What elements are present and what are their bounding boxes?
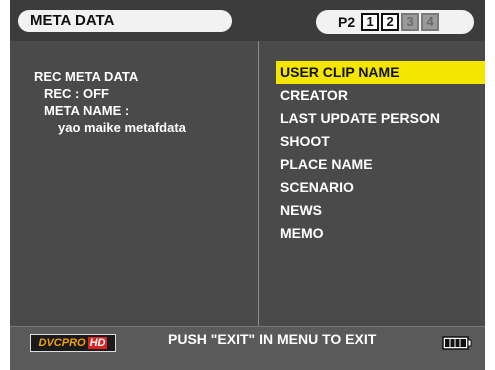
- slot-3-indicator: 3: [401, 13, 420, 31]
- rec-meta-data-panel: REC META DATA REC : OFF META NAME : yao …: [10, 41, 258, 326]
- top-bar: META DATA P2 1 2 3 4: [10, 0, 485, 41]
- card-slot-indicator: P2 1 2 3 4: [316, 10, 474, 34]
- dvcpro-hd-logo: DVCPRO HD: [30, 334, 116, 352]
- menu-item-shoot[interactable]: SHOOT: [276, 130, 485, 153]
- battery-icon: [442, 336, 472, 350]
- panel-divider: [258, 41, 259, 326]
- bottom-status-bar: DVCPRO HD PUSH "EXIT" IN MENU TO EXIT: [10, 326, 485, 370]
- menu-item-place-name[interactable]: PLACE NAME: [276, 153, 485, 176]
- menu-item-user-clip-name[interactable]: USER CLIP NAME: [276, 61, 485, 84]
- page-title: META DATA: [18, 10, 232, 32]
- card-label: P2: [338, 14, 356, 30]
- logo-dvcpro-text: DVCPRO: [38, 337, 86, 349]
- menu-item-last-update-person[interactable]: LAST UPDATE PERSON: [276, 107, 485, 130]
- menu-item-scenario[interactable]: SCENARIO: [276, 176, 485, 199]
- slot-4-indicator: 4: [421, 13, 440, 31]
- menu-item-creator[interactable]: CREATOR: [276, 84, 485, 107]
- slot-1-indicator: 1: [361, 13, 380, 31]
- camera-lcd-screen: META DATA P2 1 2 3 4 REC META DATA REC :…: [10, 0, 485, 370]
- meta-name-value: yao maike metafdata: [58, 120, 186, 135]
- slot-2-indicator: 2: [381, 13, 400, 31]
- rec-status: REC : OFF: [44, 86, 109, 101]
- rec-meta-heading: REC META DATA: [34, 69, 139, 84]
- meta-name-label: META NAME :: [44, 103, 130, 118]
- menu-item-news[interactable]: NEWS: [276, 199, 485, 222]
- exit-instruction: PUSH "EXIT" IN MENU TO EXIT: [168, 331, 377, 347]
- menu-item-memo[interactable]: MEMO: [276, 222, 485, 245]
- logo-hd-text: HD: [87, 337, 108, 349]
- metadata-menu: USER CLIP NAME CREATOR LAST UPDATE PERSO…: [276, 61, 485, 245]
